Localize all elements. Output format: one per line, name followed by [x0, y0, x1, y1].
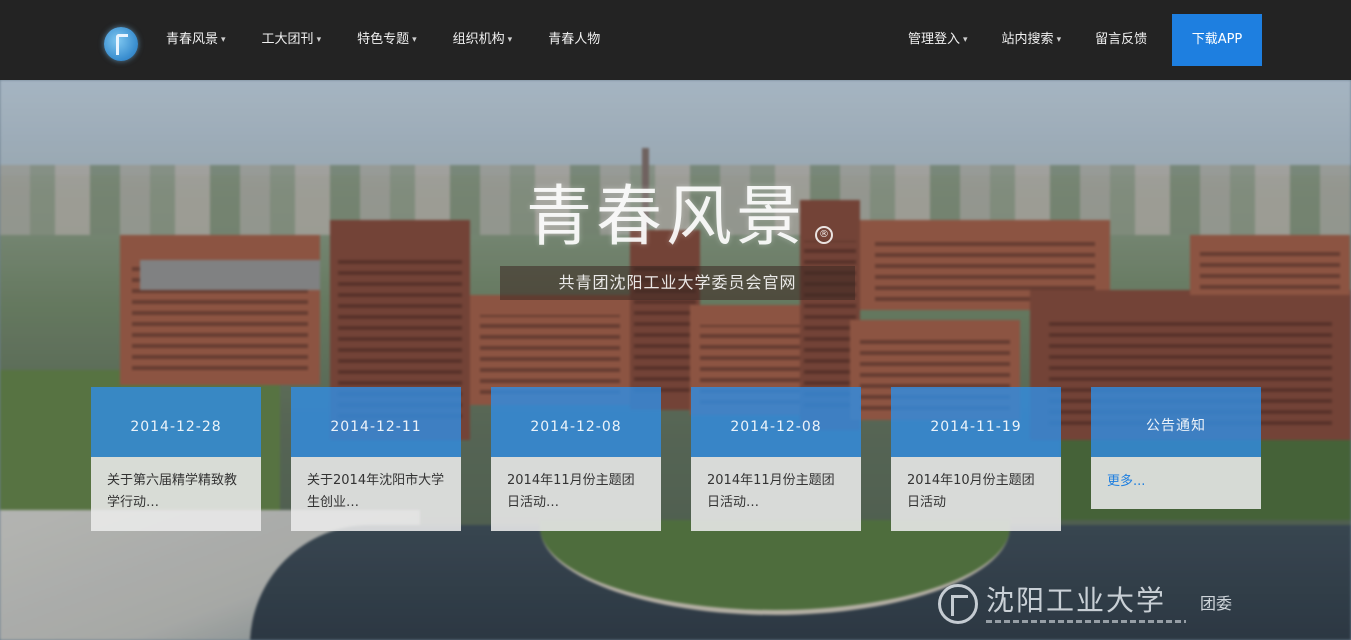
chevron-down-icon: ▾ [963, 35, 968, 45]
nav-item-feedback[interactable]: 留言反馈 [1095, 30, 1147, 50]
notice-card-body: 更多... [1091, 457, 1261, 509]
watermark-university-name: 沈阳工业大学 [986, 584, 1167, 617]
news-card[interactable]: 2014-12-08 2014年11月份主题团日活动… [691, 387, 861, 531]
chevron-down-icon: ▾ [412, 35, 417, 45]
chevron-down-icon: ▾ [1056, 35, 1062, 45]
download-app-button[interactable]: 下载APP [1172, 14, 1262, 66]
hero-background-image [0, 80, 1351, 640]
news-card-text[interactable]: 2014年10月份主题团日活动 [891, 457, 1061, 531]
hero-subtitle: 共青团沈阳工业大学委员会官网 [500, 266, 855, 300]
chevron-down-icon: ▾ [221, 35, 226, 45]
news-card[interactable]: 2014-11-19 2014年10月份主题团日活动 [891, 387, 1061, 531]
nav-left-menu: 青春风景 ▾ 工大团刊 ▾ 特色专题 ▾ 组织机构 ▾ 青春人物 [166, 30, 636, 50]
nav-item-qingchun-fengjing[interactable]: 青春风景 ▾ [166, 30, 226, 50]
university-emblem-icon [938, 584, 978, 624]
nav-item-qingchun-renwu[interactable]: 青春人物 [548, 30, 600, 50]
nav-right-menu: 管理登入 ▾ 站内搜索 ▾ 留言反馈 [874, 30, 1147, 50]
chevron-down-icon: ▾ [316, 35, 322, 45]
news-card-text[interactable]: 2014年11月份主题团日活动… [491, 457, 661, 531]
top-navbar: 青春风景 ▾ 工大团刊 ▾ 特色专题 ▾ 组织机构 ▾ 青春人物 管理登入 ▾ 站内搜索 ▾… [0, 0, 1351, 80]
nav-item-tese-zhuanti[interactable]: 特色专题 ▾ [357, 30, 417, 50]
registered-mark-icon: ® [815, 226, 833, 244]
university-watermark: 沈阳工业大学 团委 [934, 578, 1234, 628]
nav-item-gongda-tuankan[interactable]: 工大团刊 ▾ [262, 30, 322, 50]
chevron-down-icon: ▾ [507, 35, 513, 45]
news-card-date: 2014-12-08 [491, 387, 661, 457]
news-card[interactable]: 2014-12-08 2014年11月份主题团日活动… [491, 387, 661, 531]
news-card[interactable]: 2014-12-11 关于2014年沈阳市大学生创业… [291, 387, 461, 531]
news-card-text[interactable]: 关于第六届精学精致教学行动… [91, 457, 261, 531]
watermark-underline [986, 620, 1186, 623]
nav-item-login[interactable]: 管理登入 ▾ [908, 30, 968, 50]
notice-card[interactable]: 公告通知 更多... [1091, 387, 1261, 509]
news-card-text[interactable]: 关于2014年沈阳市大学生创业… [291, 457, 461, 531]
more-link[interactable]: 更多... [1107, 474, 1145, 489]
news-card[interactable]: 2014-12-28 关于第六届精学精致教学行动… [91, 387, 261, 531]
news-card-date: 2014-12-28 [91, 387, 261, 457]
news-card-date: 2014-12-08 [691, 387, 861, 457]
watermark-suffix: 团委 [1200, 594, 1233, 613]
hero-title: 青春风景 [526, 178, 806, 255]
nav-item-zuzhi-jigou[interactable]: 组织机构 ▾ [453, 30, 513, 50]
news-card-date: 2014-11-19 [891, 387, 1061, 457]
nav-item-site-search[interactable]: 站内搜索 ▾ [1002, 30, 1062, 50]
news-card-date: 2014-12-11 [291, 387, 461, 457]
notice-card-title: 公告通知 [1091, 387, 1261, 457]
news-card-text[interactable]: 2014年11月份主题团日活动… [691, 457, 861, 531]
site-logo-icon[interactable] [104, 27, 138, 61]
